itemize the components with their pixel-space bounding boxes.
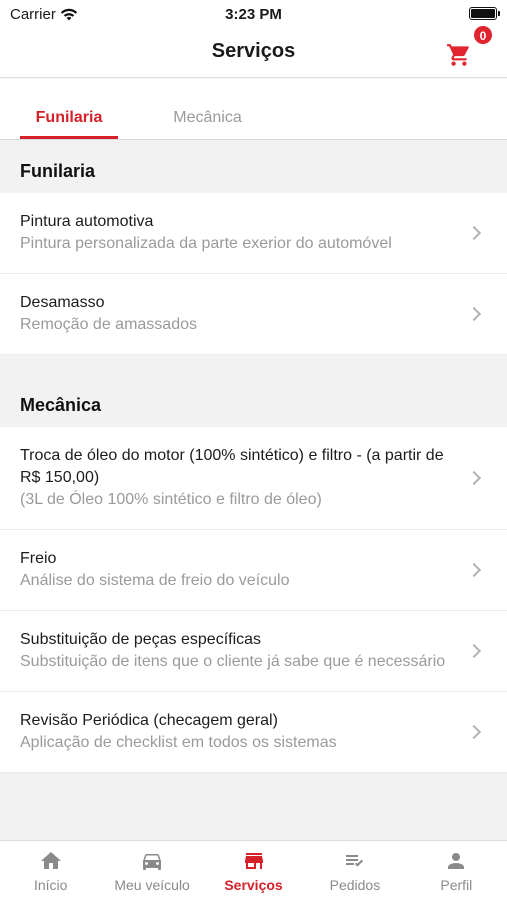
tab-servicos[interactable]: Serviços bbox=[203, 841, 304, 900]
service-item[interactable]: Desamasso Remoção de amassados bbox=[0, 274, 507, 355]
store-icon bbox=[244, 853, 263, 869]
service-description: Aplicação de checklist em todos os siste… bbox=[20, 734, 337, 751]
service-title: Pintura automotiva bbox=[20, 213, 154, 230]
navigation-bar: Serviços 0 bbox=[0, 25, 507, 78]
chevron-right-icon bbox=[466, 306, 482, 322]
chevron-right-icon bbox=[466, 562, 482, 578]
cart-icon bbox=[447, 44, 469, 66]
chevron-right-icon bbox=[466, 225, 482, 241]
service-description: Pintura personalizada da parte exerior d… bbox=[20, 235, 392, 252]
tab-meu-veiculo[interactable]: Meu veículo bbox=[101, 841, 202, 900]
cart-count-badge: 0 bbox=[473, 25, 493, 45]
service-item[interactable]: Freio Análise do sistema de freio do veí… bbox=[0, 530, 507, 611]
section-title: Mecânica bbox=[0, 375, 507, 427]
services-list[interactable]: Funilaria Pintura automotiva Pintura per… bbox=[0, 141, 507, 840]
service-item[interactable]: Troca de óleo do motor (100% sintético) … bbox=[0, 427, 507, 530]
section-spacer bbox=[0, 355, 507, 375]
chevron-right-icon bbox=[466, 724, 482, 740]
service-title: Desamasso bbox=[20, 294, 105, 311]
chevron-right-icon bbox=[466, 643, 482, 659]
tab-perfil[interactable]: Perfil bbox=[406, 841, 507, 900]
active-tab-indicator bbox=[20, 136, 118, 139]
chevron-right-icon bbox=[466, 470, 482, 486]
tab-label: Pedidos bbox=[329, 877, 381, 893]
service-description: Análise do sistema de freio do veículo bbox=[20, 572, 290, 589]
tab-label: Início bbox=[33, 877, 68, 893]
service-item[interactable]: Substituição de peças específicas Substi… bbox=[0, 611, 507, 692]
person-icon bbox=[448, 853, 465, 869]
tab-label: Meu veículo bbox=[114, 877, 190, 893]
service-title: Troca de óleo do motor (100% sintético) … bbox=[20, 447, 444, 486]
service-description: Substituição de itens que o cliente já s… bbox=[20, 653, 446, 670]
service-item[interactable]: Revisão Periódica (checagem geral) Aplic… bbox=[0, 692, 507, 773]
tab-label: Perfil bbox=[440, 877, 473, 893]
service-item[interactable]: Pintura automotiva Pintura personalizada… bbox=[0, 193, 507, 274]
category-tabs: Funilaria Mecânica bbox=[0, 79, 507, 140]
tab-mecanica[interactable]: Mecânica bbox=[150, 109, 265, 127]
tab-label: Serviços bbox=[224, 877, 283, 893]
tab-inicio[interactable]: Início bbox=[0, 841, 101, 900]
service-title: Revisão Periódica (checagem geral) bbox=[20, 712, 278, 729]
home-icon bbox=[40, 852, 61, 869]
section-title: Funilaria bbox=[0, 141, 507, 193]
checklist-icon bbox=[345, 855, 363, 867]
car-icon bbox=[143, 854, 162, 870]
status-bar: Carrier 3:23 PM bbox=[0, 0, 507, 28]
bottom-tab-bar: Início Meu veículo Serviços Pedidos Perf… bbox=[0, 840, 507, 900]
service-title: Substituição de peças específicas bbox=[20, 631, 262, 648]
page-title: Serviços bbox=[211, 40, 296, 62]
service-description: Remoção de amassados bbox=[20, 316, 197, 333]
tab-funilaria[interactable]: Funilaria bbox=[20, 109, 118, 127]
service-title: Freio bbox=[20, 550, 57, 567]
service-description: (3L de Óleo 100% sintético e filtro de ó… bbox=[20, 491, 322, 508]
cart-button[interactable] bbox=[445, 42, 473, 68]
battery-icon bbox=[469, 7, 500, 20]
tab-pedidos[interactable]: Pedidos bbox=[304, 841, 405, 900]
clock: 3:23 PM bbox=[225, 6, 282, 23]
